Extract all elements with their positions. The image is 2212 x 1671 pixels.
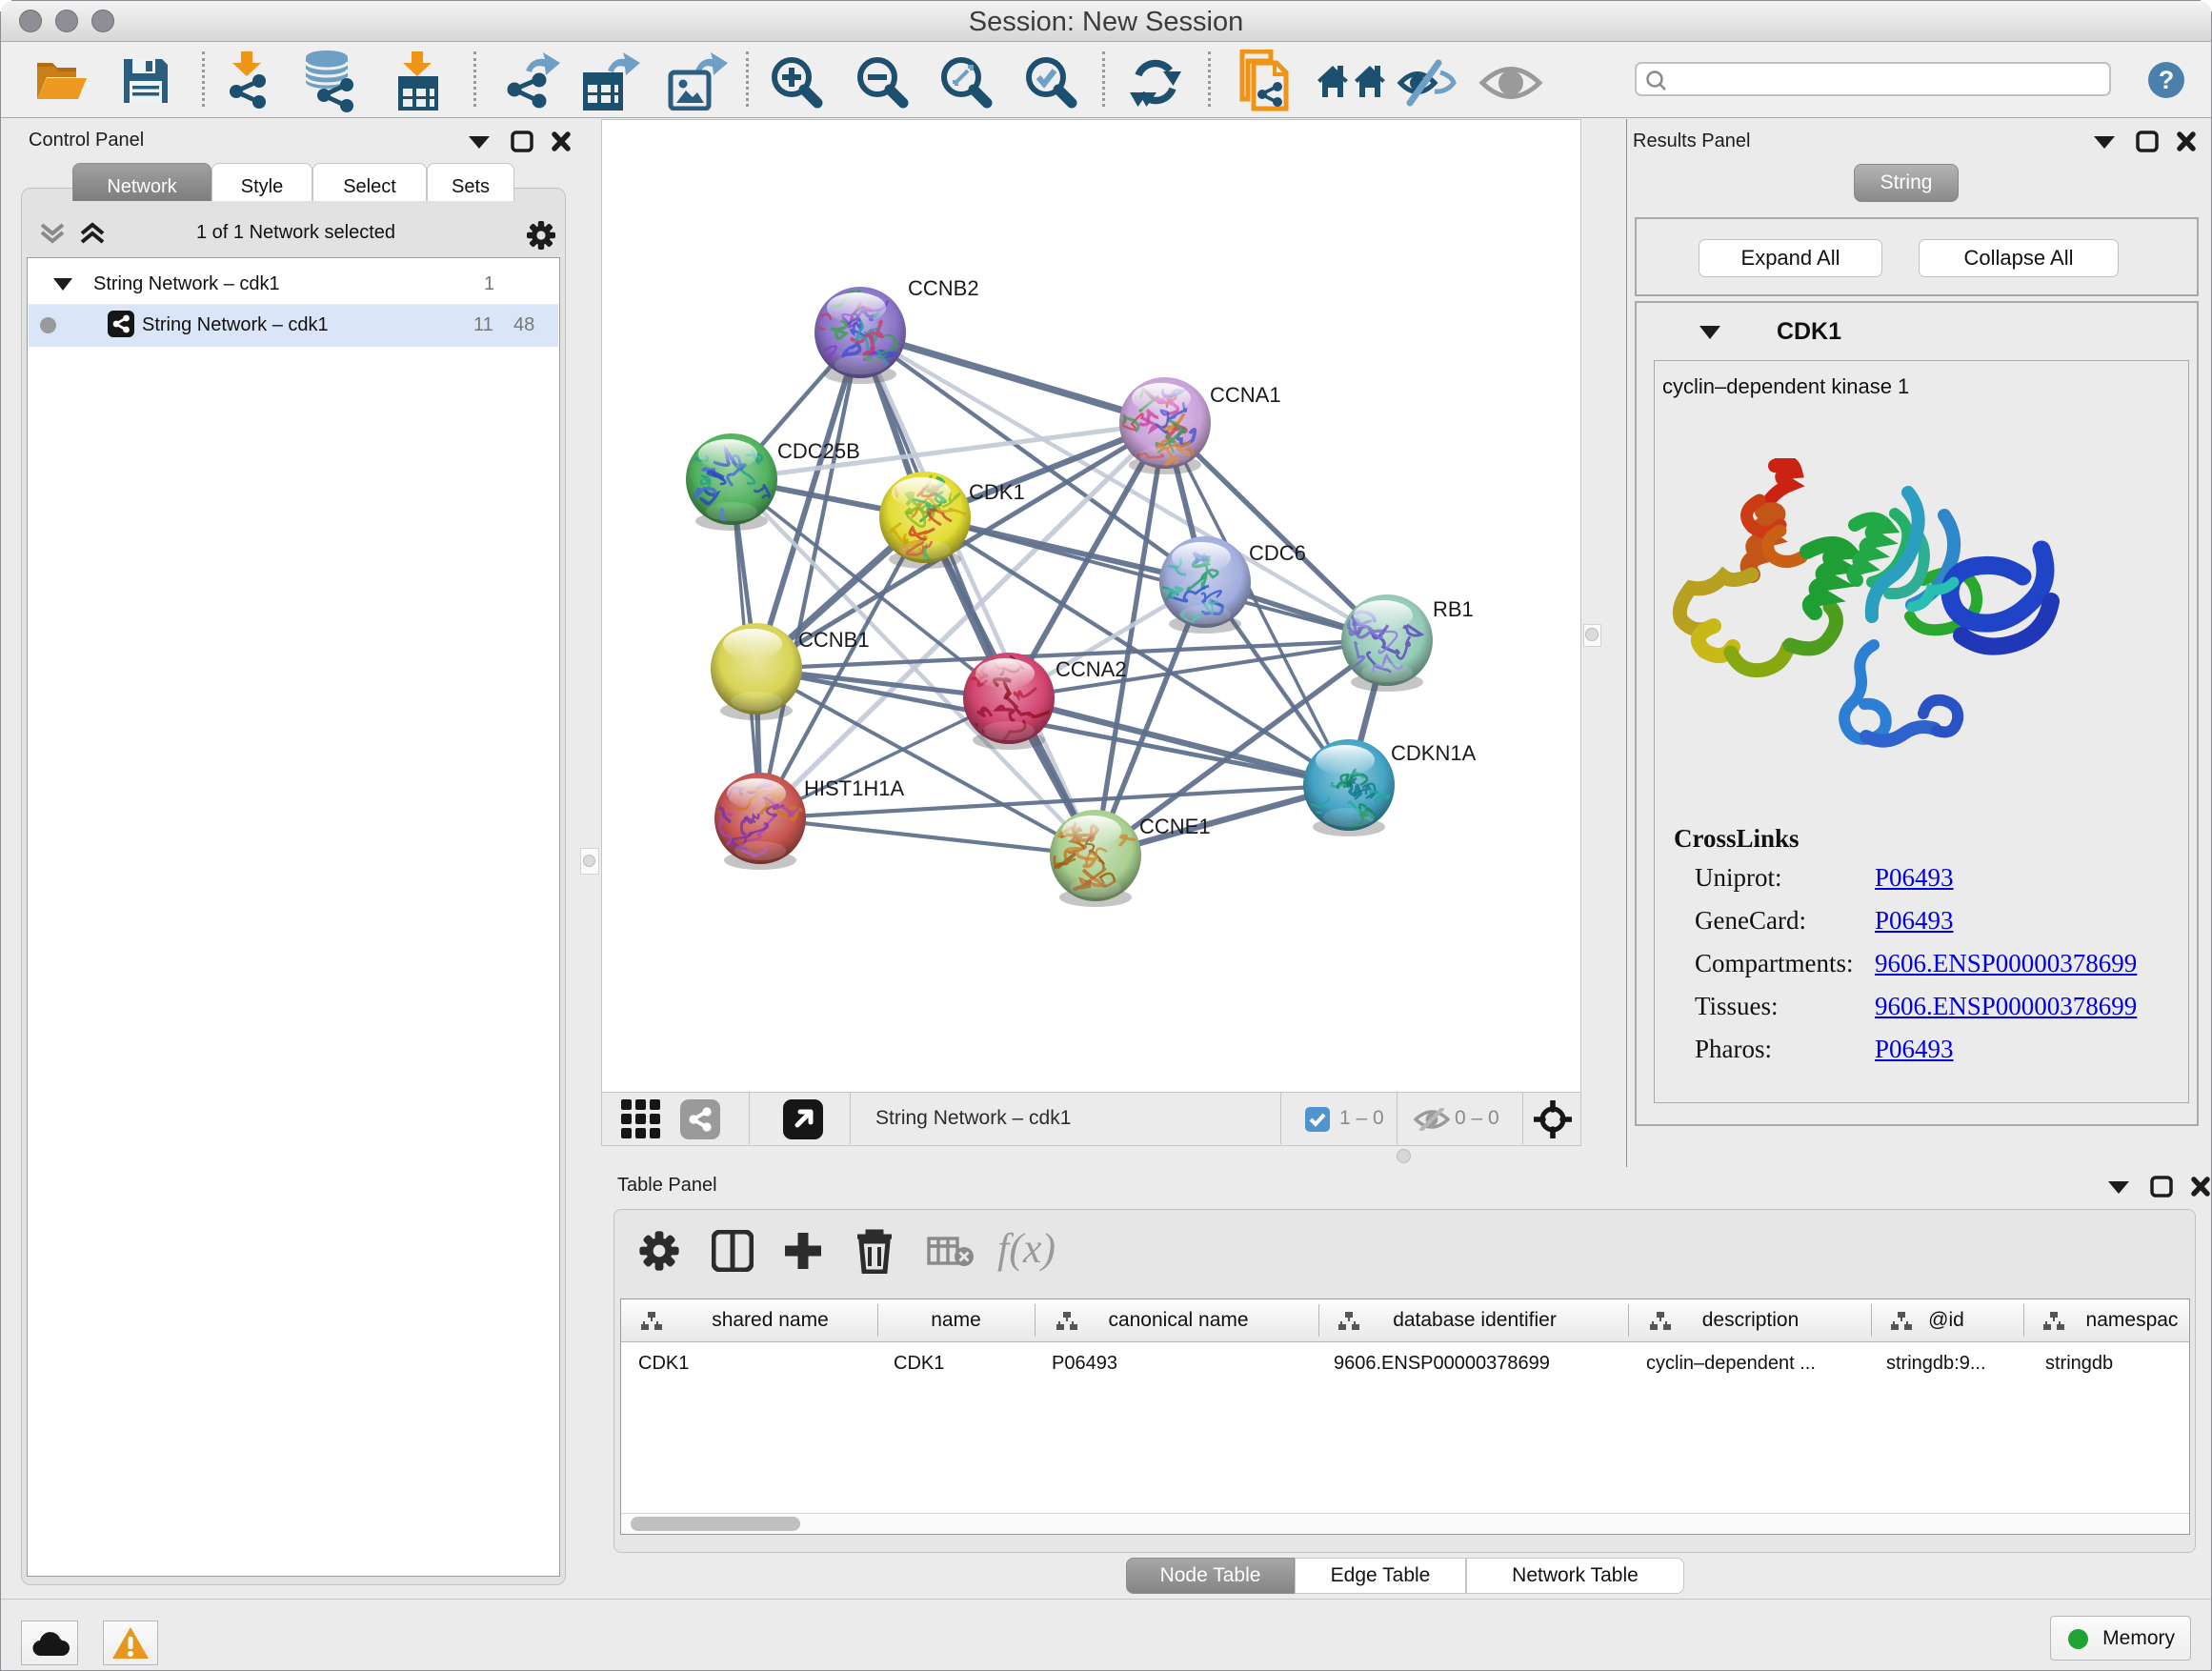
svg-text:CDK1: CDK1 xyxy=(969,480,1025,504)
svg-text:CDKN1A: CDKN1A xyxy=(1391,741,1477,765)
svg-text:CCNB2: CCNB2 xyxy=(908,276,979,300)
svg-text:?: ? xyxy=(2159,66,2175,94)
svg-text:f(x): f(x) xyxy=(997,1229,1056,1272)
svg-text:CCNA2: CCNA2 xyxy=(1056,657,1127,681)
svg-text:CDC25B: CDC25B xyxy=(777,439,860,463)
svg-text:CDC6: CDC6 xyxy=(1249,541,1306,565)
svg-text:CCNB1: CCNB1 xyxy=(798,628,870,652)
svg-text:CCNA1: CCNA1 xyxy=(1210,383,1281,407)
svg-text:HIST1H1A: HIST1H1A xyxy=(804,776,904,800)
svg-text:RB1: RB1 xyxy=(1433,597,1474,621)
svg-text:CCNE1: CCNE1 xyxy=(1139,815,1211,838)
